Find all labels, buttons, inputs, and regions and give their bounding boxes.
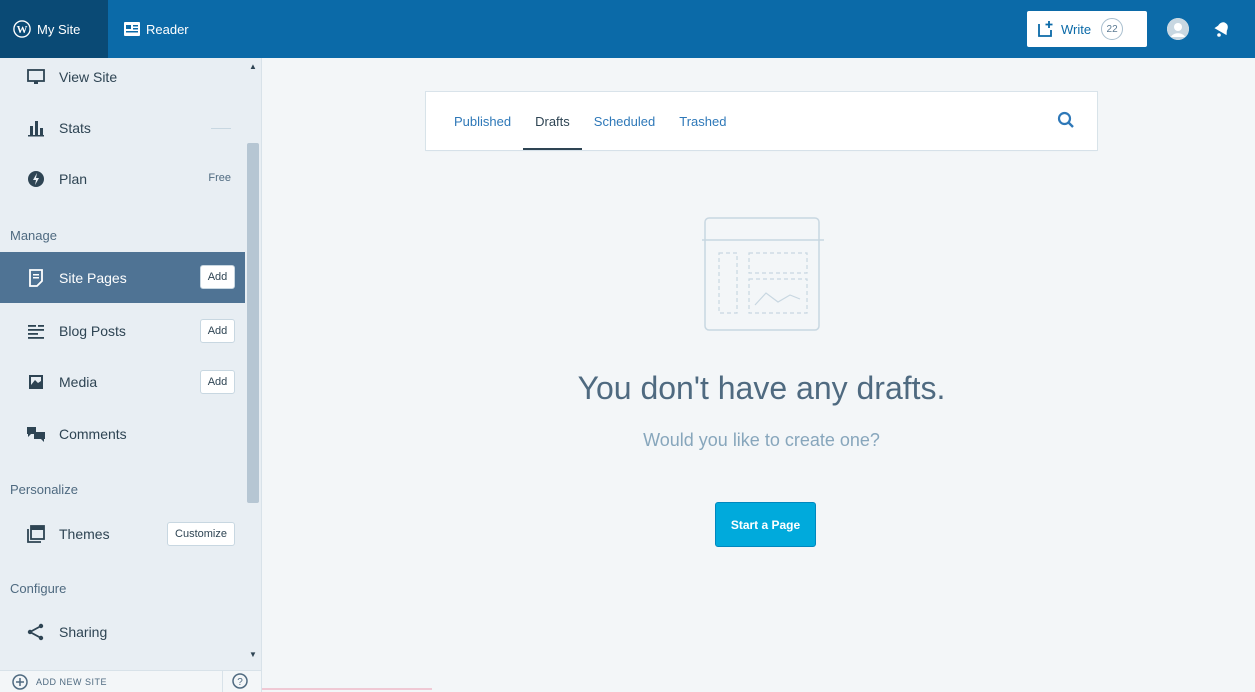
add-post-button[interactable]: Add	[200, 319, 235, 343]
drafts-count-badge: 22	[1101, 18, 1124, 40]
sidebar: View Site Stats Plan Free Manage Site Pa…	[0, 58, 262, 692]
sidebar-item-themes[interactable]: Themes Customize	[0, 510, 245, 558]
write-button[interactable]: Write 22	[1027, 11, 1147, 47]
empty-state-subtitle: Would you like to create one?	[643, 430, 880, 450]
page-icon	[25, 267, 47, 289]
sidebar-footer: ADD NEW SITE ?	[0, 670, 261, 692]
sidebar-item-plan[interactable]: Plan Free	[0, 155, 245, 203]
sidebar-item-label: Sharing	[59, 624, 108, 640]
tab-scheduled[interactable]: Scheduled	[582, 92, 667, 150]
posts-icon	[25, 320, 47, 342]
search-icon	[1057, 111, 1074, 128]
tab-published[interactable]: Published	[442, 92, 523, 150]
start-a-page-button[interactable]: Start a Page	[715, 502, 816, 547]
write-icon	[1038, 21, 1053, 37]
sidebar-item-media[interactable]: Media Add	[0, 358, 245, 406]
reader-icon	[124, 22, 140, 36]
tab-trashed[interactable]: Trashed	[667, 92, 738, 150]
sidebar-item-view-site[interactable]: View Site	[0, 58, 245, 101]
bar-chart-icon	[25, 117, 47, 139]
sidebar-item-sharing[interactable]: Sharing	[0, 608, 245, 656]
scroll-down-arrow-icon[interactable]: ▼	[249, 650, 257, 659]
monitor-icon	[25, 66, 47, 88]
plan-icon	[25, 168, 47, 190]
empty-drafts-illustration	[702, 215, 824, 340]
sidebar-item-comments[interactable]: Comments	[0, 410, 245, 458]
bottom-edge-line	[262, 688, 432, 690]
svg-text:W: W	[17, 24, 28, 36]
sidebar-item-stats[interactable]: Stats	[0, 104, 245, 152]
scroll-up-arrow-icon[interactable]: ▲	[249, 62, 257, 71]
section-heading-personalize: Personalize	[10, 482, 78, 497]
sidebar-item-site-pages[interactable]: Site Pages Add	[0, 252, 245, 303]
bell-icon	[1214, 22, 1228, 37]
section-heading-manage: Manage	[10, 228, 57, 243]
help-icon: ?	[232, 673, 248, 689]
image-icon	[25, 371, 47, 393]
user-avatar-icon	[1167, 18, 1189, 40]
share-icon	[25, 621, 47, 643]
sidebar-item-label: View Site	[59, 69, 118, 85]
tab-drafts[interactable]: Drafts	[523, 92, 582, 150]
reader-tab[interactable]: Reader	[108, 0, 199, 58]
wordpress-logo-icon: W	[13, 20, 31, 38]
my-site-label: My Site	[37, 21, 81, 37]
stats-sparkline	[211, 128, 231, 129]
add-page-button[interactable]: Add	[200, 265, 235, 289]
reader-label: Reader	[146, 21, 189, 37]
notifications-button[interactable]	[1213, 20, 1231, 38]
add-circle-icon	[12, 674, 28, 690]
customize-button[interactable]: Customize	[167, 522, 235, 546]
add-new-site-label: ADD NEW SITE	[36, 677, 108, 687]
add-media-button[interactable]: Add	[200, 370, 235, 394]
my-site-tab[interactable]: W My Site	[0, 0, 108, 58]
add-new-site-button[interactable]: ADD NEW SITE	[0, 671, 223, 692]
comments-icon	[25, 423, 47, 445]
write-label: Write	[1061, 21, 1092, 37]
sidebar-item-label: Comments	[59, 426, 127, 442]
section-heading-configure: Configure	[10, 581, 67, 596]
plan-badge: Free	[208, 172, 231, 184]
empty-state-title: You don't have any drafts.	[577, 370, 946, 406]
avatar[interactable]	[1167, 18, 1189, 40]
themes-icon	[25, 523, 47, 545]
help-button[interactable]: ?	[232, 673, 248, 692]
section-nav: Published Drafts Scheduled Trashed	[426, 92, 1097, 150]
search-button[interactable]	[1057, 111, 1075, 134]
svg-text:?: ?	[237, 677, 243, 688]
sidebar-item-blog-posts[interactable]: Blog Posts Add	[0, 307, 245, 355]
masterbar: W My Site Reader Write 22	[0, 0, 1255, 58]
sidebar-scrollbar[interactable]: ▲ ▼	[245, 58, 261, 659]
scrollbar-thumb[interactable]	[247, 143, 259, 503]
